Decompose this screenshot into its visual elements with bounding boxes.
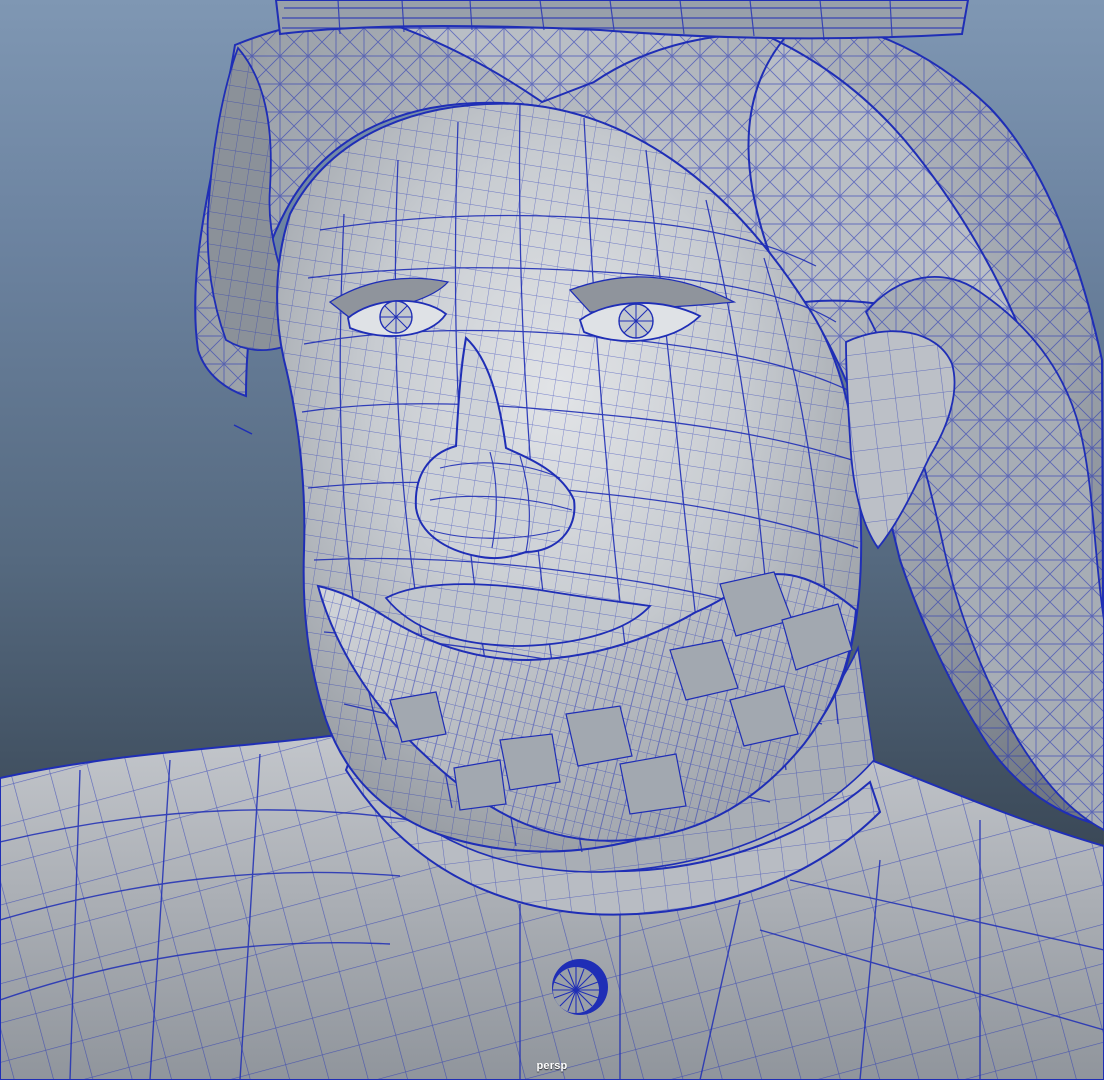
shirt-button bbox=[552, 959, 608, 1015]
persp-viewport[interactable]: persp bbox=[0, 0, 1104, 1080]
persp-viewport-canvas[interactable] bbox=[0, 0, 1104, 1080]
stray-edge bbox=[233, 424, 253, 435]
